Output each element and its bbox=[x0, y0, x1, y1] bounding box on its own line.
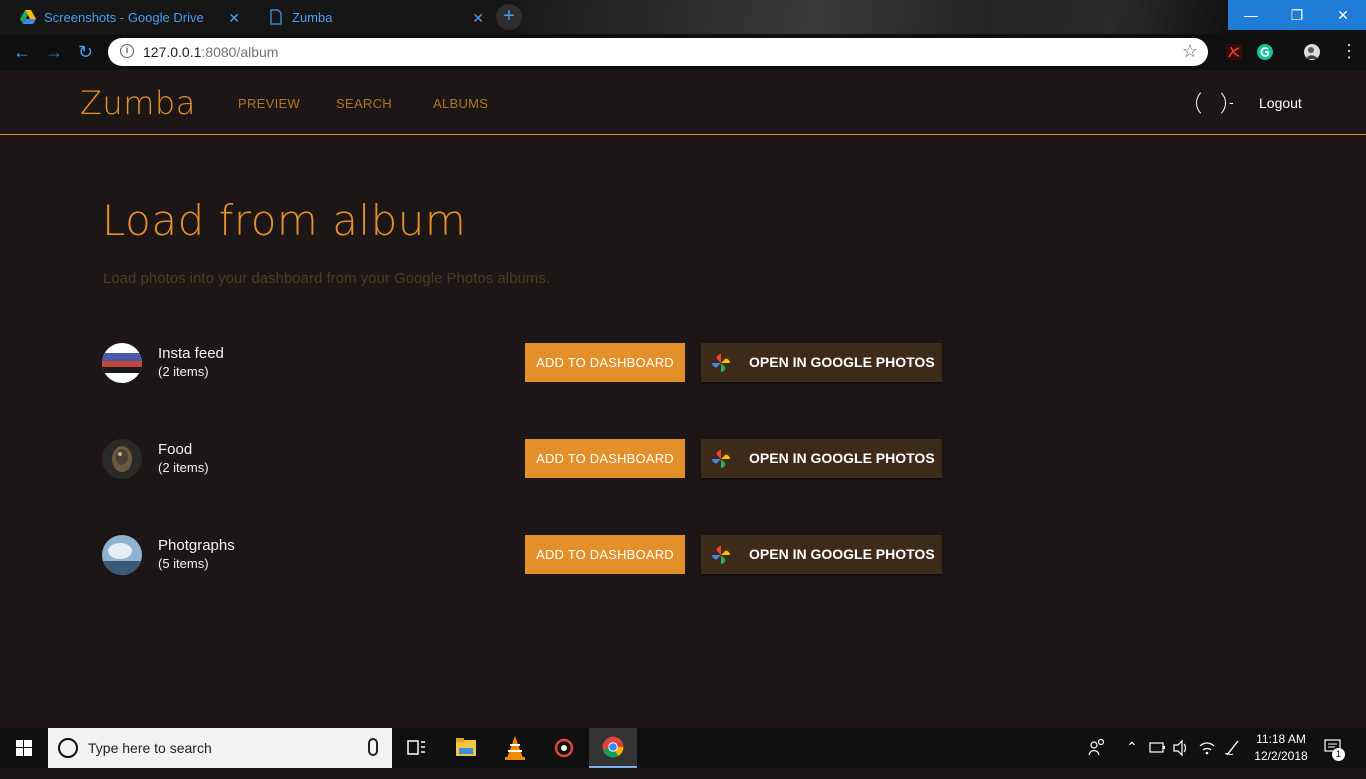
nav-search[interactable]: SEARCH bbox=[336, 96, 392, 111]
brand-logo[interactable]: Zumba bbox=[80, 84, 196, 122]
album-thumbnail bbox=[102, 439, 142, 479]
microphone-icon[interactable] bbox=[368, 738, 378, 756]
tab-title: Zumba bbox=[292, 9, 333, 25]
page-title: Load from album bbox=[102, 196, 467, 245]
notification-count-badge: 1 bbox=[1332, 748, 1345, 761]
album-row: Photgraphs (5 items) ADD TO DASHBOARD OP… bbox=[102, 535, 1002, 575]
user-avatar[interactable] bbox=[1196, 88, 1226, 118]
add-to-dashboard-button[interactable]: ADD TO DASHBOARD bbox=[525, 535, 685, 574]
battery-icon[interactable] bbox=[1147, 728, 1167, 768]
forward-icon[interactable]: → bbox=[45, 42, 63, 63]
chrome-menu-icon[interactable]: ⋮ bbox=[1340, 41, 1358, 62]
windows-taskbar: Type here to search ⌃ 11:18 AM 12/2/2018… bbox=[0, 728, 1366, 768]
new-tab-button[interactable]: + bbox=[496, 4, 522, 30]
close-tab-icon[interactable]: ✕ bbox=[228, 10, 240, 27]
album-name: Insta feed bbox=[158, 345, 224, 362]
clock-time: 11:18 AM bbox=[1256, 732, 1306, 746]
open-button-label: OPEN IN GOOGLE PHOTOS bbox=[749, 450, 935, 466]
album-name: Photgraphs bbox=[158, 537, 235, 554]
cortana-icon[interactable] bbox=[58, 738, 78, 758]
album-row: Food (2 items) ADD TO DASHBOARD OPEN IN … bbox=[102, 439, 1002, 479]
google-photos-icon bbox=[712, 450, 730, 468]
app-circle-icon[interactable] bbox=[540, 728, 588, 768]
profile-avatar-icon[interactable] bbox=[1303, 43, 1321, 61]
app-header: Zumba PREVIEW SEARCH ALBUMS - Logout bbox=[0, 70, 1366, 135]
open-button-label: OPEN IN GOOGLE PHOTOS bbox=[749, 354, 935, 370]
nav-preview[interactable]: PREVIEW bbox=[238, 96, 300, 111]
wifi-icon[interactable] bbox=[1197, 728, 1217, 768]
system-clock[interactable]: 11:18 AM 12/2/2018 bbox=[1252, 731, 1310, 765]
task-view-icon[interactable] bbox=[392, 728, 440, 768]
pen-ink-icon[interactable] bbox=[1222, 728, 1244, 768]
back-icon[interactable]: ← bbox=[13, 42, 31, 63]
album-row: Insta feed (2 items) ADD TO DASHBOARD OP… bbox=[102, 343, 1002, 383]
tab-title: Screenshots - Google Drive bbox=[44, 9, 204, 25]
google-photos-icon bbox=[712, 546, 730, 564]
open-in-google-photos-button[interactable]: OPEN IN GOOGLE PHOTOS bbox=[701, 439, 942, 478]
album-thumbnail bbox=[102, 343, 142, 383]
bookmark-star-icon[interactable]: ☆ bbox=[1182, 41, 1198, 62]
address-bar[interactable]: i 127.0.0.1:8080/album ☆ bbox=[108, 38, 1208, 66]
minimize-button[interactable]: — bbox=[1228, 0, 1274, 30]
open-in-google-photos-button[interactable]: OPEN IN GOOGLE PHOTOS bbox=[701, 343, 942, 382]
google-drive-icon bbox=[20, 10, 36, 24]
show-hidden-icons-icon[interactable]: ⌃ bbox=[1126, 739, 1138, 779]
url-text[interactable]: 127.0.0.1:8080/album bbox=[143, 44, 278, 60]
clock-date: 12/2/2018 bbox=[1254, 749, 1308, 763]
tab-zumba[interactable]: Zumba ✕ bbox=[248, 0, 492, 34]
chrome-taskbar-icon[interactable] bbox=[589, 728, 637, 768]
album-name: Food bbox=[158, 441, 193, 458]
vlc-icon[interactable] bbox=[491, 728, 539, 768]
pdf-extension-icon[interactable] bbox=[1225, 43, 1243, 61]
tab-google-drive[interactable]: Screenshots - Google Drive ✕ bbox=[0, 0, 248, 34]
open-in-google-photos-button[interactable]: OPEN IN GOOGLE PHOTOS bbox=[701, 535, 942, 574]
reload-icon[interactable]: ↻ bbox=[78, 42, 93, 63]
close-window-button[interactable]: ✕ bbox=[1320, 0, 1366, 30]
document-icon bbox=[270, 9, 282, 25]
search-placeholder: Type here to search bbox=[88, 740, 212, 756]
browser-toolbar: ← → ↻ i 127.0.0.1:8080/album ☆ ⋮ bbox=[0, 34, 1366, 70]
nav-albums[interactable]: ALBUMS bbox=[433, 96, 488, 111]
album-item-count: (2 items) bbox=[158, 460, 209, 475]
user-name-separator: - bbox=[1229, 94, 1234, 110]
site-info-icon[interactable]: i bbox=[120, 44, 134, 58]
taskbar-search-box[interactable]: Type here to search bbox=[48, 728, 392, 768]
album-item-count: (2 items) bbox=[158, 364, 209, 379]
album-item-count: (5 items) bbox=[158, 556, 209, 571]
close-tab-icon[interactable]: ✕ bbox=[472, 10, 484, 27]
browser-tab-strip: Screenshots - Google Drive ✕ Zumba ✕ + —… bbox=[0, 0, 1366, 34]
add-to-dashboard-button[interactable]: ADD TO DASHBOARD bbox=[525, 439, 685, 478]
windows-start-icon[interactable] bbox=[0, 728, 48, 768]
restore-button[interactable]: ❐ bbox=[1274, 0, 1320, 30]
action-center-icon[interactable]: 1 bbox=[1322, 728, 1346, 768]
people-icon[interactable] bbox=[1086, 728, 1108, 768]
file-explorer-icon[interactable] bbox=[442, 728, 490, 768]
open-button-label: OPEN IN GOOGLE PHOTOS bbox=[749, 546, 935, 562]
add-to-dashboard-button[interactable]: ADD TO DASHBOARD bbox=[525, 343, 685, 382]
main-content: Load from album Load photos into your da… bbox=[0, 136, 1366, 728]
google-photos-icon bbox=[712, 354, 730, 372]
grammarly-icon[interactable] bbox=[1256, 43, 1274, 61]
logout-link[interactable]: Logout bbox=[1259, 95, 1302, 111]
page-subtitle: Load photos into your dashboard from you… bbox=[103, 270, 550, 287]
album-thumbnail bbox=[102, 535, 142, 575]
volume-icon[interactable] bbox=[1171, 728, 1191, 768]
